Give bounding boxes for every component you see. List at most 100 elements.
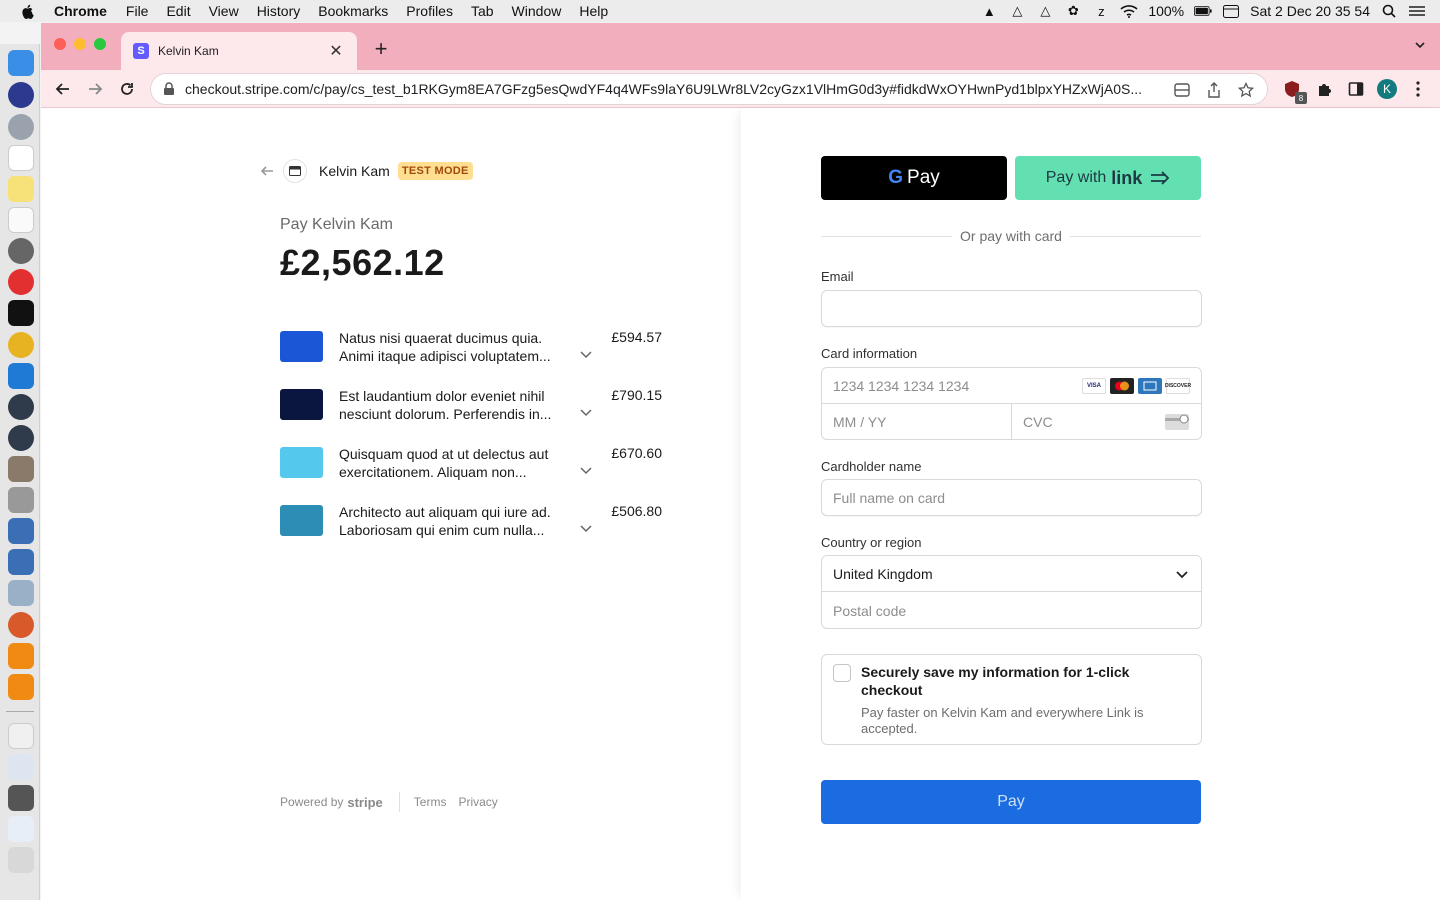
expand-chevron-icon[interactable] [579, 405, 593, 419]
card-brand-logos: VISA DISCOVER [1082, 378, 1191, 394]
menu-file[interactable]: File [126, 3, 149, 19]
apple-icon[interactable] [20, 3, 36, 19]
terminal-icon[interactable] [8, 300, 34, 326]
back-to-merchant-icon[interactable] [259, 163, 275, 179]
terms-link[interactable]: Terms [414, 795, 447, 809]
system-preferences-icon[interactable] [8, 238, 34, 264]
stripe-logo[interactable]: stripe [347, 795, 382, 810]
notes-icon[interactable] [8, 176, 34, 202]
expand-chevron-icon[interactable] [579, 463, 593, 477]
side-panel-icon[interactable] [1345, 78, 1367, 100]
menu-edit[interactable]: Edit [166, 3, 190, 19]
line-item[interactable]: Architecto aut aliquam qui iure ad. Labo… [280, 503, 662, 553]
pay-merchant-label: Pay Kelvin Kam [280, 216, 393, 233]
vlc-icon[interactable]: △ [1008, 3, 1026, 19]
menu-window[interactable]: Window [512, 3, 562, 19]
wifi-icon[interactable] [1120, 3, 1138, 19]
country-select[interactable]: United Kingdom [822, 556, 1201, 592]
spotlight-search-icon[interactable] [1380, 3, 1398, 19]
lock-icon[interactable] [163, 82, 175, 96]
reminders-icon[interactable] [8, 207, 34, 233]
postal-code-input[interactable] [822, 593, 1201, 629]
privacy-link[interactable]: Privacy [458, 795, 497, 809]
pay-button[interactable]: Pay [821, 780, 1201, 824]
zoom-window-button[interactable] [94, 38, 106, 50]
tab-kelvin-kam[interactable]: S Kelvin Kam ✕ [121, 32, 357, 70]
creative-cloud-icon[interactable] [8, 269, 34, 295]
menu-tab[interactable]: Tab [471, 3, 494, 19]
preview-icon[interactable] [8, 580, 34, 606]
calendar-app-icon[interactable] [8, 145, 34, 171]
virtualbox-icon[interactable] [8, 518, 34, 544]
menu-app-name[interactable]: Chrome [54, 3, 107, 19]
close-window-button[interactable] [54, 38, 66, 50]
menu-bookmarks[interactable]: Bookmarks [318, 3, 388, 19]
virtualbox-icon-2[interactable] [8, 549, 34, 575]
ublock-extension-icon[interactable]: 8 [1281, 78, 1307, 104]
google-pay-button[interactable]: G Pay [821, 156, 1007, 200]
postgres-icon[interactable] [8, 456, 34, 482]
vscode-icon[interactable] [8, 363, 34, 389]
document-icon[interactable] [8, 723, 34, 749]
cvc-input[interactable] [1012, 404, 1152, 440]
country-postal-group: United Kingdom [821, 555, 1202, 629]
chrome-icon[interactable] [8, 332, 34, 358]
line-item[interactable]: Quisquam quod at ut delectus aut exercit… [280, 445, 662, 495]
tab-search-chevron-icon[interactable] [1414, 39, 1426, 51]
discover-icon: DISCOVER [1165, 378, 1191, 394]
rocket-icon[interactable]: ▲ [980, 3, 998, 19]
minimize-window-button[interactable] [74, 38, 86, 50]
menu-help[interactable]: Help [579, 3, 608, 19]
forward-button[interactable] [84, 78, 106, 100]
screenshot-thumbnail-icon[interactable] [8, 816, 34, 842]
extensions-puzzle-icon[interactable] [1313, 78, 1335, 100]
window-thumbnail-icon[interactable] [8, 754, 34, 780]
menu-history[interactable]: History [257, 3, 301, 19]
expand-chevron-icon[interactable] [579, 347, 593, 361]
new-tab-button[interactable]: + [371, 36, 391, 62]
battery-icon[interactable] [1194, 3, 1212, 19]
electron-icon[interactable] [8, 394, 34, 420]
dock-separator [6, 711, 34, 712]
caffeine-icon[interactable]: ✿ [1064, 3, 1082, 19]
vlc-dock-icon[interactable] [8, 643, 34, 669]
siri-icon[interactable] [8, 82, 34, 108]
save-info-title[interactable]: Securely save my information for 1-click… [861, 663, 1181, 699]
electron-icon-2[interactable] [8, 425, 34, 451]
card-number-input[interactable] [822, 368, 1062, 403]
tab-close-icon[interactable]: ✕ [327, 41, 345, 61]
menu-view[interactable]: View [209, 3, 239, 19]
expand-chevron-icon[interactable] [579, 521, 593, 535]
reload-button[interactable] [116, 78, 138, 100]
photo-thumbnail-icon[interactable] [8, 785, 34, 811]
tab-preview-icon[interactable] [1173, 81, 1191, 99]
share-icon[interactable] [1205, 81, 1223, 99]
trash-icon[interactable] [8, 847, 34, 873]
control-center-icon[interactable] [1408, 3, 1426, 19]
product-thumbnail [280, 331, 323, 362]
merchant-name[interactable]: Kelvin Kam [319, 163, 390, 179]
paw-icon[interactable] [8, 612, 34, 638]
bookmark-star-icon[interactable] [1237, 81, 1255, 99]
calendar-icon[interactable] [1222, 3, 1240, 19]
pay-with-link-button[interactable]: Pay with link [1015, 156, 1201, 200]
launchpad-icon[interactable] [8, 114, 34, 140]
address-bar[interactable]: checkout.stripe.com/c/pay/cs_test_b1RKGy… [150, 73, 1268, 105]
save-info-checkbox[interactable] [833, 664, 851, 682]
sleep-icon[interactable]: z [1092, 3, 1110, 19]
finder-icon[interactable] [8, 50, 34, 76]
url-text[interactable]: checkout.stripe.com/c/pay/cs_test_b1RKGy… [185, 81, 1165, 97]
email-field[interactable] [822, 291, 1201, 326]
cardholder-name-input[interactable] [822, 480, 1201, 515]
menu-profiles[interactable]: Profiles [406, 3, 453, 19]
profile-avatar[interactable]: K [1377, 79, 1397, 99]
vlc-dock-icon-2[interactable] [8, 674, 34, 700]
line-item[interactable]: Natus nisi quaerat ducimus quia. Animi i… [280, 329, 662, 379]
chrome-menu-icon[interactable] [1407, 78, 1429, 100]
vlc-icon-2[interactable]: △ [1036, 3, 1054, 19]
back-button[interactable] [52, 78, 74, 100]
database-icon[interactable] [8, 487, 34, 513]
expiry-input[interactable] [822, 404, 1011, 440]
clock[interactable]: Sat 2 Dec 20 35 54 [1250, 3, 1370, 19]
line-item[interactable]: Est laudantium dolor eveniet nihil nesci… [280, 387, 662, 437]
